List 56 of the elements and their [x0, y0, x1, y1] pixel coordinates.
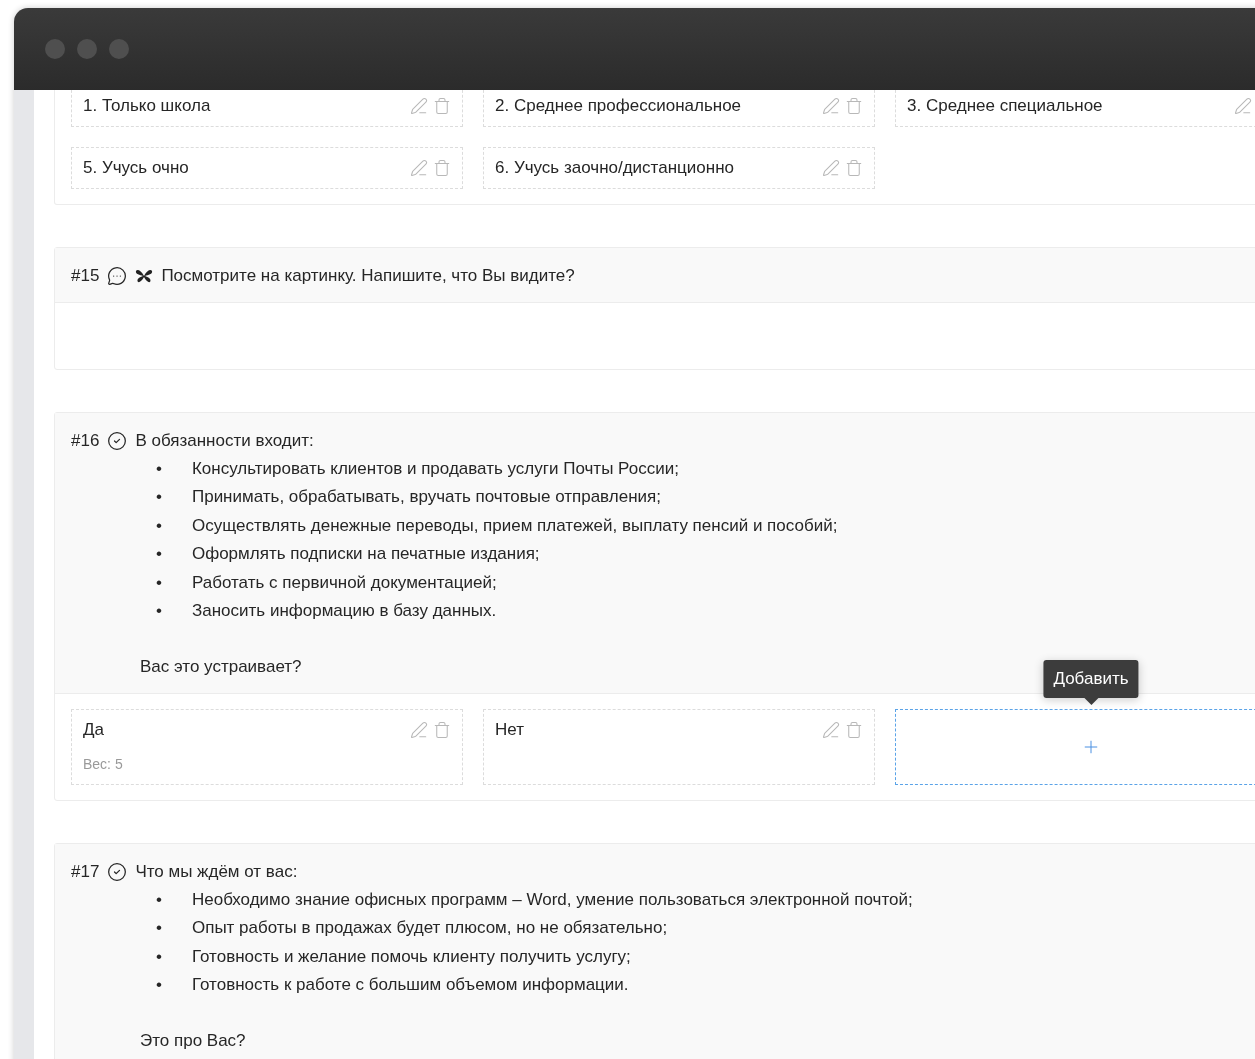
tooltip-arrow	[1084, 697, 1098, 705]
bullet-marker: •	[156, 458, 162, 480]
bullet-text: Заносить информацию в базу данных.	[191, 599, 497, 622]
option-label: 2. Среднее профессиональное	[495, 95, 742, 117]
delete-button[interactable]	[845, 720, 863, 739]
comment-icon	[107, 266, 128, 286]
bullet-marker: •	[156, 599, 162, 622]
bullet-marker: •	[156, 571, 162, 594]
bullet-text: Принимать, обрабатывать, вручать почтовые отправления;	[191, 486, 661, 509]
bullet-text: Оформлять подписки на печатные издания;	[191, 543, 540, 566]
window-control-dot[interactable]	[45, 39, 65, 59]
bullet-marker: •	[156, 514, 162, 537]
question-prompt: Это про Вас?	[140, 1030, 247, 1053]
bullet-text: Готовность к работе с большим объемом информации.	[191, 974, 629, 997]
delete-button[interactable]	[433, 720, 451, 739]
bullet-marker: •	[156, 888, 162, 911]
bullet-marker: •	[156, 974, 162, 997]
question-text: В обязанности входит:	[135, 430, 314, 452]
delete-button[interactable]	[433, 159, 451, 177]
bullet-marker: •	[156, 945, 162, 968]
option-label: 5. Учусь очно	[83, 157, 189, 179]
bullet-text: Работать с первичной документацией;	[191, 571, 497, 594]
check-circle-icon	[107, 431, 128, 451]
edit-button[interactable]	[1234, 97, 1252, 115]
bullet-text: Осуществлять денежные переводы, прием платежей, выплату пенсий и пособий;	[191, 514, 838, 537]
bullet-marker: •	[156, 543, 162, 566]
bullet-text: Консультировать клиентов и продавать услуги Почты России;	[191, 458, 679, 480]
bullet-text: Необходимо знание офисных программ – Word, умение пользоваться электронной почтой;	[191, 888, 913, 911]
option-label: Нет	[495, 718, 524, 741]
delete-button[interactable]	[845, 97, 863, 115]
bullet-text: Опыт работы в продажах будет плюсом, но не обязательно;	[191, 917, 668, 940]
edit-button[interactable]	[410, 159, 428, 177]
check-circle-icon	[107, 861, 128, 882]
delete-button[interactable]	[433, 97, 451, 115]
bullet-marker: •	[156, 486, 162, 509]
option-label: 1. Только школа	[83, 95, 211, 117]
edit-button[interactable]	[410, 97, 428, 115]
question-number: #17	[71, 860, 100, 883]
delete-button[interactable]	[845, 159, 863, 177]
edit-button[interactable]	[822, 97, 840, 115]
edit-button[interactable]	[410, 720, 428, 739]
option-weight: Вес: 5	[83, 755, 124, 772]
option-label: 3. Среднее специальное	[907, 95, 1103, 117]
option-label: Да	[83, 718, 104, 741]
window-control-dot[interactable]	[109, 39, 129, 59]
butterfly-icon	[135, 269, 154, 283]
question-number: #16	[71, 430, 100, 452]
bullet-marker: •	[156, 917, 162, 940]
option-label: 6. Учусь заочно/дистанционно	[495, 157, 734, 179]
edit-button[interactable]	[822, 720, 840, 739]
window-control-dot[interactable]	[77, 39, 97, 59]
bullet-text: Готовность и желание помочь клиенту получить услугу;	[191, 945, 631, 968]
question-number: #15	[71, 265, 100, 287]
edit-button[interactable]	[822, 159, 840, 177]
question-text: Что мы ждём от вас:	[135, 860, 298, 883]
question-text: Посмотрите на картинку. Напишите, что Вы видите?	[161, 265, 575, 287]
